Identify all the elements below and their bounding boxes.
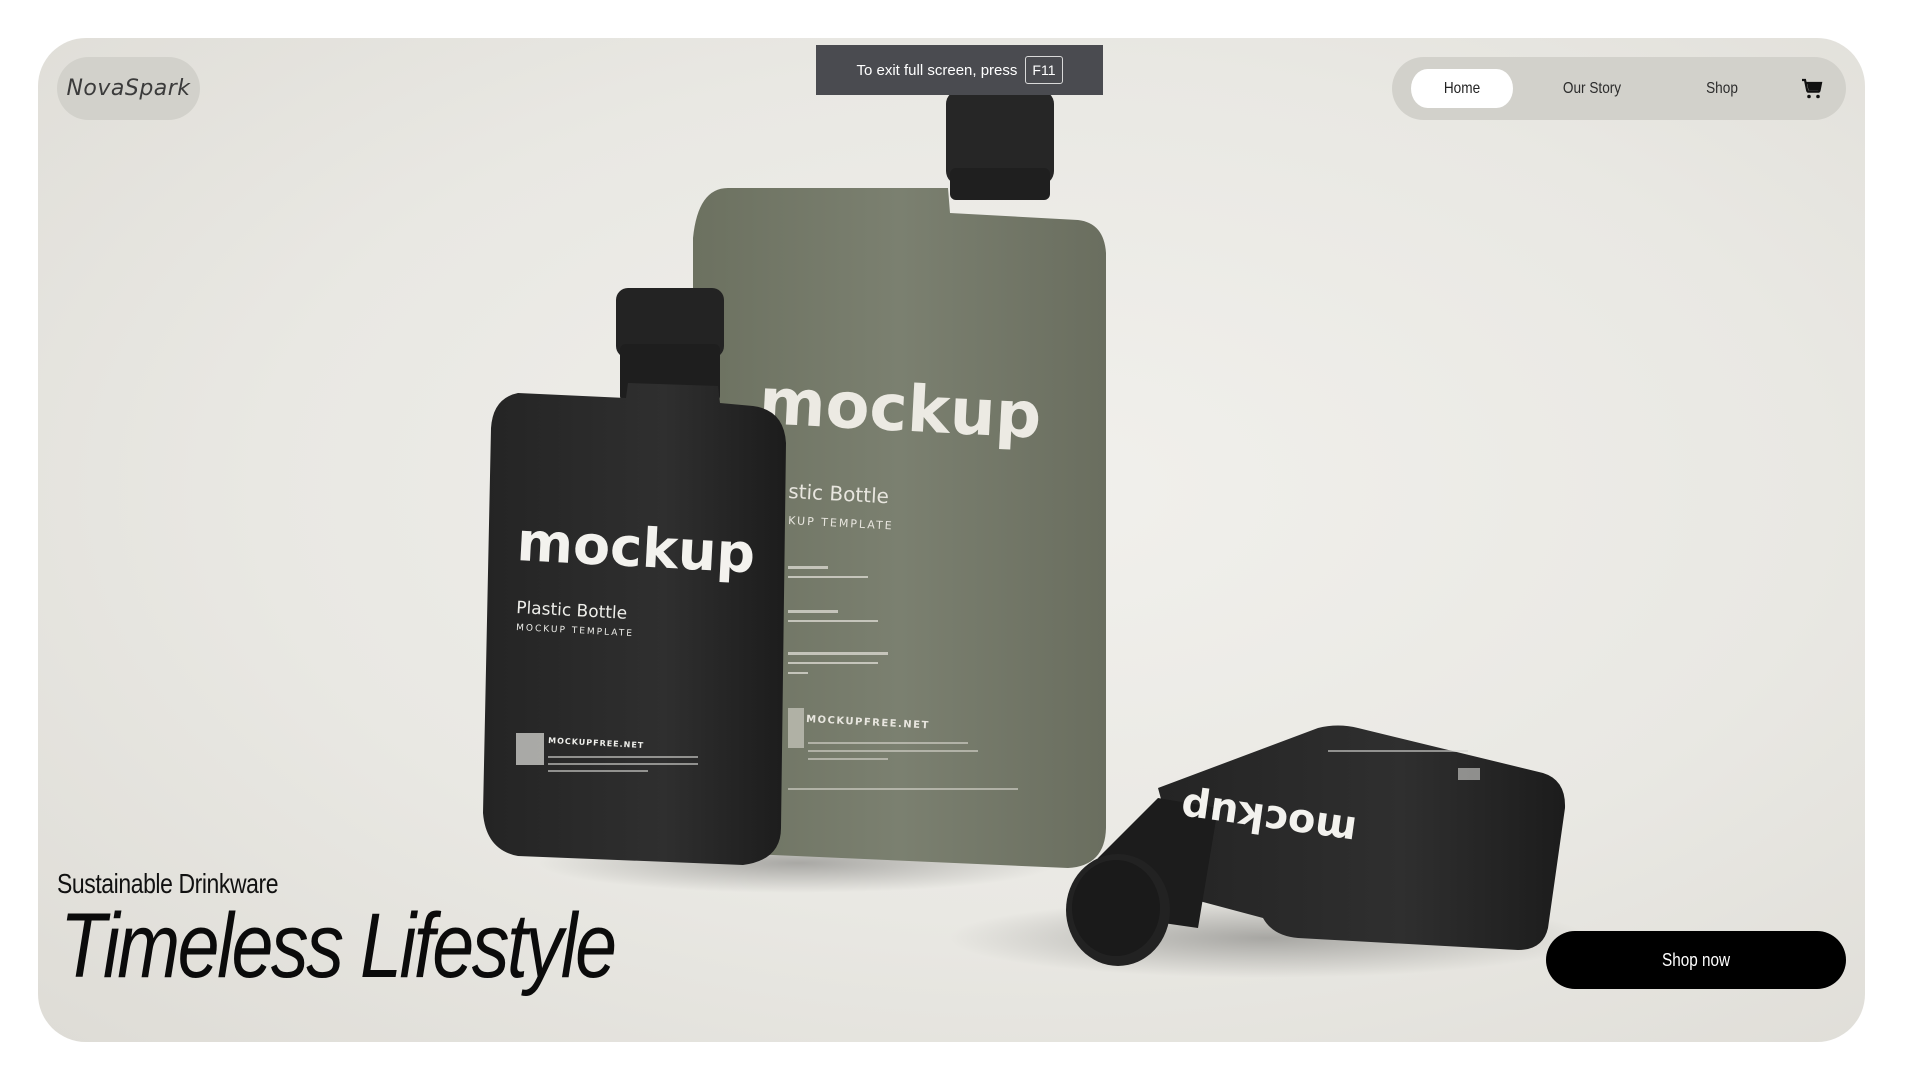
black-bottle-lying: mockup <box>1066 725 1566 966</box>
fullscreen-notice: To exit full screen, press F11 <box>816 45 1103 95</box>
nav-item-home[interactable]: Home <box>1411 69 1513 108</box>
logo-text: NovaSpark <box>66 76 191 101</box>
shop-now-button[interactable]: Shop now <box>1546 931 1846 989</box>
fullscreen-notice-text: To exit full screen, press <box>856 61 1018 79</box>
hero-section: mockup stic Bottle KUP TEMPLATE MOCKUPFR… <box>38 38 1865 1042</box>
hero-headline: Timeless Lifestyle <box>60 895 617 997</box>
olive-label-brand: mockup <box>757 365 1043 454</box>
fullscreen-key: F11 <box>1025 56 1063 84</box>
product-image: mockup stic Bottle KUP TEMPLATE MOCKUPFR… <box>483 90 1588 978</box>
black-label-brand: mockup <box>515 510 756 585</box>
nav-item-shop[interactable]: Shop <box>1671 69 1773 108</box>
main-nav: Home Our Story Shop <box>1392 57 1846 120</box>
cart-icon[interactable] <box>1799 77 1825 101</box>
logo-pill[interactable]: NovaSpark <box>57 57 200 120</box>
shop-now-label: Shop now <box>1661 949 1731 970</box>
nav-item-our-story[interactable]: Our Story <box>1541 69 1643 108</box>
